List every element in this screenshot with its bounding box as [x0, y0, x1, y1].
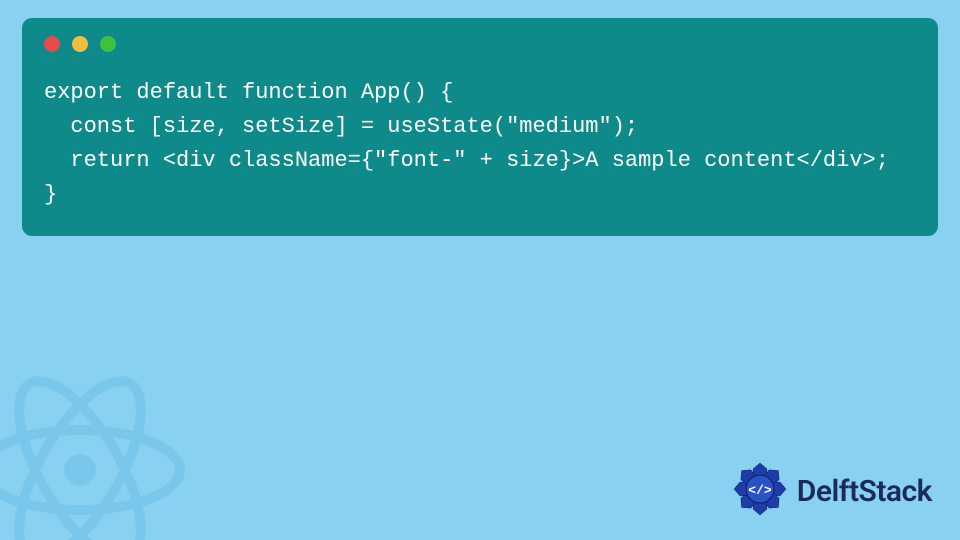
svg-text:</>: </> [748, 483, 772, 498]
code-line: } [44, 182, 57, 207]
brand-name: DelftStack [797, 474, 932, 509]
minimize-icon [72, 36, 88, 52]
code-line: return <div className={"font-" + size}>A… [44, 148, 889, 173]
close-icon [44, 36, 60, 52]
code-line: const [size, setSize] = useState("medium… [44, 114, 638, 139]
zoom-icon [100, 36, 116, 52]
brand: </> DelftStack [731, 460, 932, 522]
code-block: export default function App() { const [s… [44, 76, 916, 212]
code-line: export default function App() { [44, 80, 453, 105]
code-window: export default function App() { const [s… [22, 18, 938, 236]
window-controls [44, 36, 916, 52]
brand-logo-icon: </> [731, 460, 789, 522]
react-icon [0, 370, 190, 540]
